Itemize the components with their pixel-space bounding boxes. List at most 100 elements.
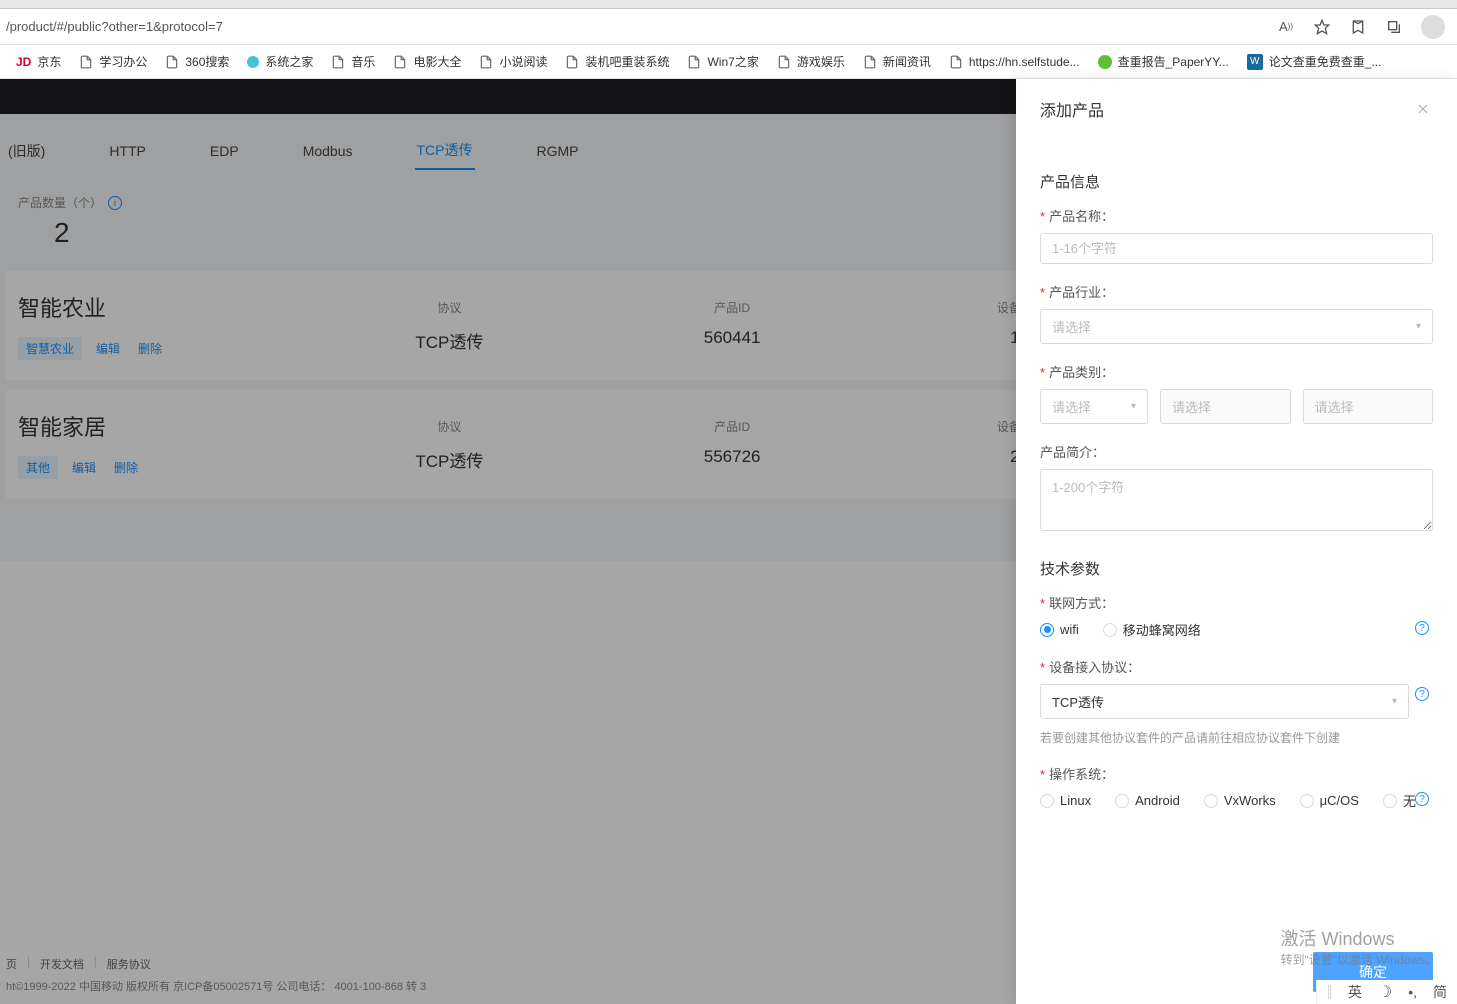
read-aloud-icon[interactable]: A)) — [1277, 18, 1295, 36]
profile-avatar-icon[interactable] — [1421, 15, 1445, 39]
file-icon — [79, 55, 93, 69]
radio-icon — [1103, 623, 1117, 637]
radio-icon — [1300, 794, 1314, 808]
bookmark-label: 小说阅读 — [499, 53, 547, 70]
file-icon — [393, 55, 407, 69]
bookmark-item[interactable]: 360搜索 — [159, 49, 235, 74]
access-protocol-label: 设备接入协议： — [1040, 657, 1433, 676]
ime-bar: ⫿ 英 ☽ •, 简 — [1316, 980, 1457, 1004]
close-icon[interactable] — [1413, 99, 1433, 119]
os-radio[interactable]: VxWorks — [1204, 793, 1276, 808]
green-dot-icon — [1098, 55, 1112, 69]
radio-label: Android — [1135, 793, 1180, 808]
bookmark-label: 新闻资讯 — [883, 53, 931, 70]
bookmark-item[interactable]: 游戏娱乐 — [771, 49, 851, 74]
file-icon — [949, 55, 963, 69]
cyan-dot-icon — [247, 56, 259, 68]
radio-label: VxWorks — [1224, 793, 1276, 808]
os-radio[interactable]: Linux — [1040, 793, 1091, 808]
access-protocol-select[interactable]: TCP透传 ▾ — [1040, 684, 1409, 719]
file-icon — [777, 55, 791, 69]
chevron-down-icon: ▾ — [1416, 321, 1421, 332]
bookmark-label: 360搜索 — [185, 53, 229, 70]
bookmark-item[interactable]: W 论文查重免费查重_... — [1241, 49, 1388, 74]
help-icon[interactable]: ? — [1415, 687, 1429, 701]
bookmark-label: 论文查重免费查重_... — [1269, 53, 1382, 70]
radio-icon — [1383, 794, 1397, 808]
section-product-info: 产品信息 — [1040, 171, 1433, 192]
bookmark-item[interactable]: JD京东 — [10, 49, 67, 74]
file-icon — [565, 55, 579, 69]
section-tech-params: 技术参数 — [1040, 558, 1433, 579]
address-bar: /product/#/public?other=1&protocol=7 A)) — [0, 9, 1457, 45]
radio-label: Linux — [1060, 793, 1091, 808]
network-radio[interactable]: 移动蜂窝网络 — [1103, 620, 1201, 639]
product-desc-label: 产品简介： — [1040, 442, 1433, 461]
bookmark-label: Win7之家 — [707, 53, 758, 70]
radio-label: wifi — [1060, 622, 1079, 637]
radio-icon — [1040, 794, 1054, 808]
url-text[interactable]: /product/#/public?other=1&protocol=7 — [6, 19, 223, 34]
product-industry-label: 产品行业： — [1040, 282, 1433, 301]
bookmark-item[interactable]: 系统之家 — [241, 49, 319, 74]
os-radio[interactable]: μC/OS — [1300, 793, 1359, 808]
help-icon[interactable]: ? — [1415, 621, 1429, 635]
os-radio[interactable]: Android — [1115, 793, 1180, 808]
category-select-3[interactable]: 请选择 — [1303, 389, 1434, 424]
product-name-label: 产品名称： — [1040, 206, 1433, 225]
favorite-icon[interactable] — [1313, 18, 1331, 36]
bookmarks-bar: JD京东 学习办公 360搜索 系统之家 音乐 电影大全 小说阅读 装机吧重装系统 Win7之家… — [0, 45, 1457, 79]
bookmark-label: 装机吧重装系统 — [585, 53, 669, 70]
radio-label: 移动蜂窝网络 — [1123, 620, 1201, 639]
os-radio[interactable]: 无 — [1383, 791, 1416, 810]
bookmark-item[interactable]: https://hn.selfstude... — [943, 51, 1086, 73]
radio-icon — [1115, 794, 1129, 808]
collections-icon[interactable] — [1385, 18, 1403, 36]
bookmark-item[interactable]: 装机吧重装系统 — [559, 49, 675, 74]
bookmark-label: https://hn.selfstude... — [969, 55, 1080, 69]
browser-tab-strip — [0, 0, 1457, 9]
bookmark-label: 系统之家 — [265, 53, 313, 70]
protocol-hint: 若要创建其他协议套件的产品请前往相应协议套件下创建 — [1040, 729, 1433, 746]
bookmark-item[interactable]: 音乐 — [325, 49, 381, 74]
bookmark-label: 京东 — [37, 53, 61, 70]
product-industry-select[interactable]: 请选择 ▾ — [1040, 309, 1433, 344]
ime-lang[interactable]: 英 — [1348, 982, 1362, 1002]
bookmark-item[interactable]: 学习办公 — [73, 49, 153, 74]
file-icon — [687, 55, 701, 69]
network-mode-label: 联网方式： — [1040, 593, 1433, 612]
product-name-input[interactable] — [1040, 233, 1433, 264]
category-select-2[interactable]: 请选择 — [1160, 389, 1291, 424]
w-icon: W — [1247, 54, 1263, 70]
bookmark-item[interactable]: 小说阅读 — [473, 49, 553, 74]
radio-label: 无 — [1403, 791, 1416, 810]
ime-comma-icon[interactable]: •, — [1408, 984, 1417, 1000]
radio-label: μC/OS — [1320, 793, 1359, 808]
category-select-1[interactable]: 请选择 ▾ — [1040, 389, 1148, 424]
bookmark-label: 电影大全 — [413, 53, 461, 70]
file-icon — [165, 55, 179, 69]
file-icon — [863, 55, 877, 69]
radio-icon — [1204, 794, 1218, 808]
bookmark-label: 游戏娱乐 — [797, 53, 845, 70]
bookmark-item[interactable]: 新闻资讯 — [857, 49, 937, 74]
ime-divider-icon: ⫿ — [1327, 984, 1331, 1001]
add-product-drawer: 添加产品 产品信息 产品名称： 产品行业： 请选择 ▾ 产品类别： 请选择 ▾ — [1016, 79, 1457, 1004]
ime-simp[interactable]: 简 — [1433, 982, 1447, 1002]
radio-icon — [1040, 623, 1054, 637]
product-category-label: 产品类别： — [1040, 362, 1433, 381]
chevron-down-icon: ▾ — [1392, 696, 1397, 707]
bookmark-item[interactable]: Win7之家 — [681, 49, 764, 74]
bookmark-label: 音乐 — [351, 53, 375, 70]
help-icon[interactable]: ? — [1415, 792, 1429, 806]
favorites-bar-icon[interactable] — [1349, 18, 1367, 36]
product-desc-textarea[interactable] — [1040, 469, 1433, 531]
bookmark-label: 学习办公 — [99, 53, 147, 70]
file-icon — [479, 55, 493, 69]
moon-icon[interactable]: ☽ — [1378, 982, 1392, 1002]
network-radio[interactable]: wifi — [1040, 622, 1079, 637]
bookmark-item[interactable]: 查重报告_PaperYY... — [1092, 49, 1235, 74]
bookmark-label: 查重报告_PaperYY... — [1118, 53, 1229, 70]
chevron-down-icon: ▾ — [1131, 401, 1136, 412]
bookmark-item[interactable]: 电影大全 — [387, 49, 467, 74]
